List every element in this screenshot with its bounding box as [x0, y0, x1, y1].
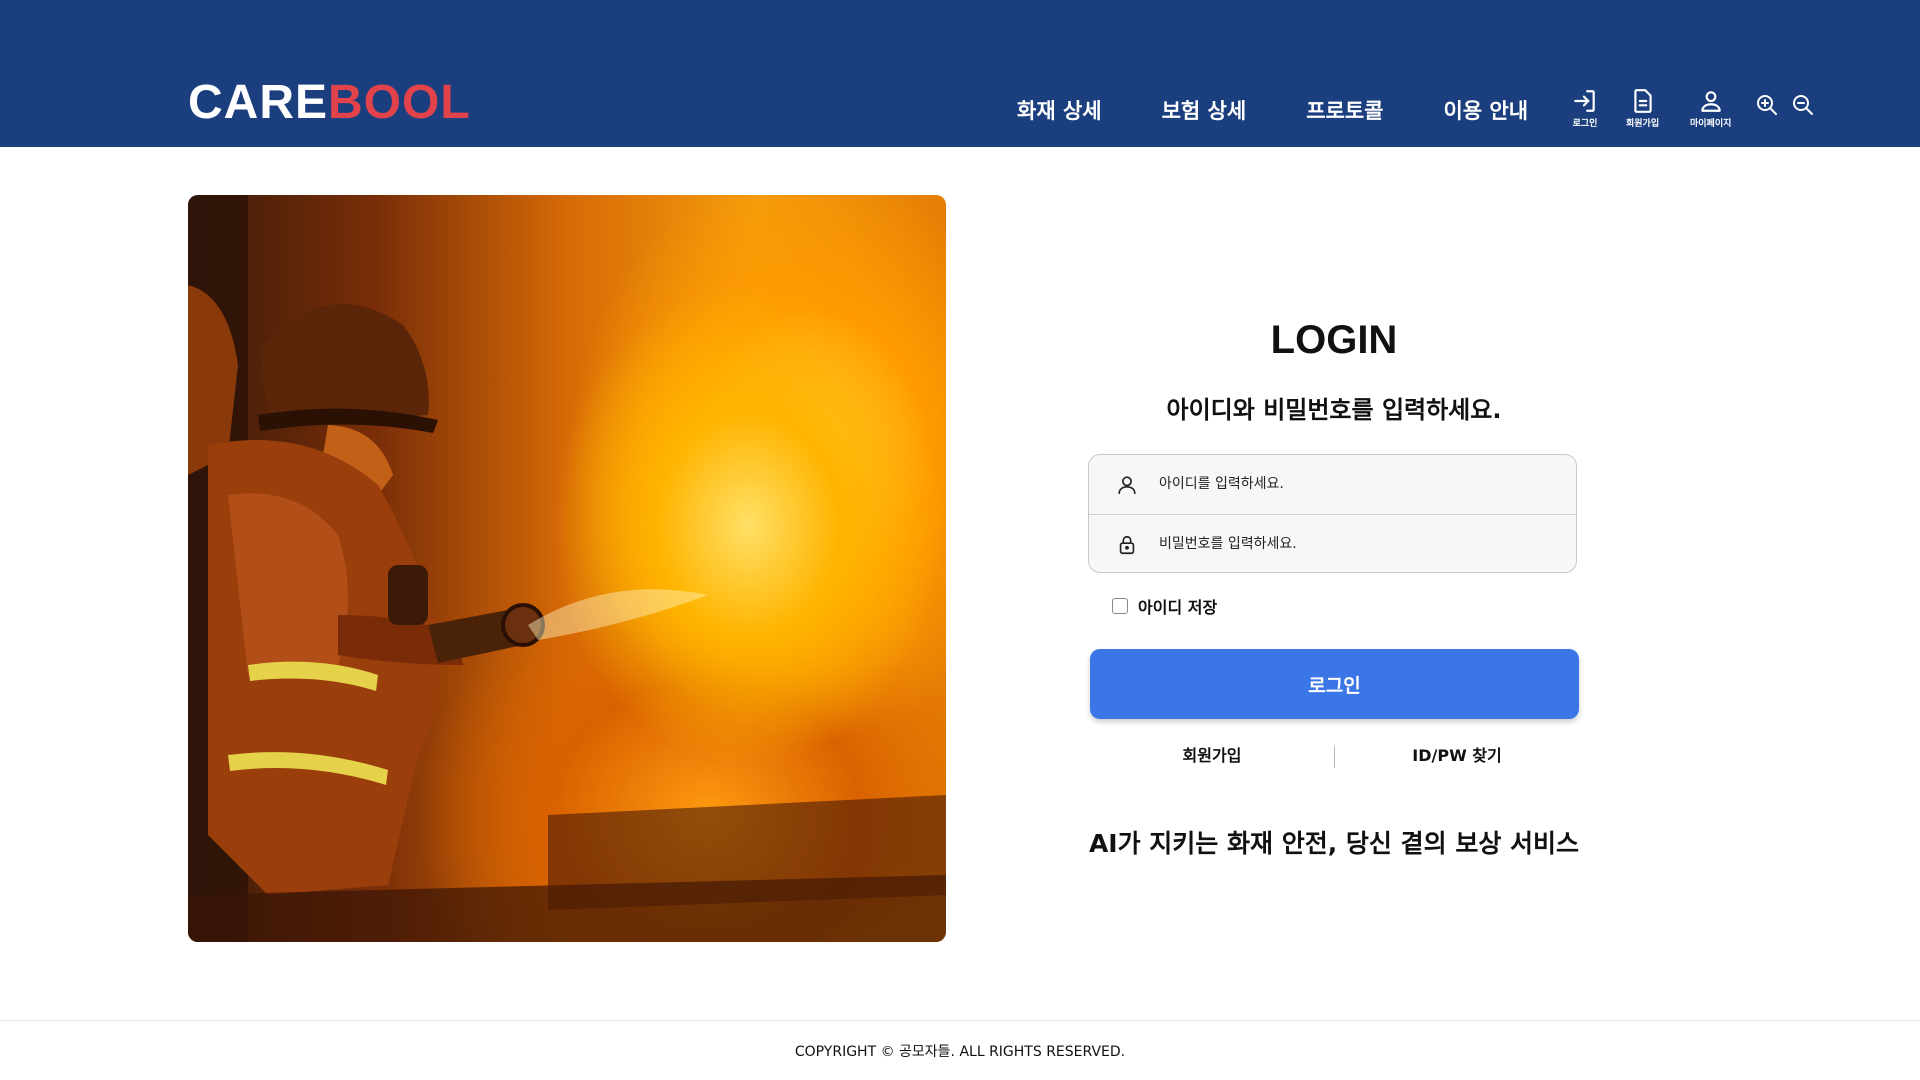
auth-links: 회원가입 ID/PW 찾기: [1090, 744, 1579, 768]
site-logo[interactable]: CAREBOOL: [188, 76, 471, 130]
header-signup-label: 회원가입: [1626, 119, 1660, 129]
password-input[interactable]: [1159, 515, 1559, 572]
nav-item-insurance-detail[interactable]: 보험 상세: [1162, 96, 1247, 126]
footer-divider: [0, 1020, 1920, 1021]
logo-accent-text: BOOL: [328, 76, 471, 129]
nav-item-guide[interactable]: 이용 안내: [1443, 96, 1528, 126]
header-mypage-button[interactable]: 마이페이지: [1690, 88, 1731, 129]
zoom-out-icon[interactable]: [1791, 93, 1815, 117]
nav-item-fire-detail[interactable]: 화재 상세: [1017, 96, 1102, 126]
login-title: LOGIN: [1270, 318, 1398, 362]
login-form: [1088, 454, 1577, 573]
login-icon: [1574, 90, 1595, 112]
user-icon: [1118, 476, 1136, 495]
header-mypage-label: 마이페이지: [1690, 119, 1732, 129]
document-icon: [1633, 89, 1652, 113]
site-header: CAREBOOL 화재 상세 보험 상세 프로토콜 이용 안내 로그인 회원가입…: [0, 0, 1920, 147]
remember-id[interactable]: 아이디 저장: [1112, 594, 1217, 618]
id-input[interactable]: [1159, 455, 1559, 513]
header-signup-button[interactable]: 회원가입: [1626, 88, 1659, 129]
remember-id-label: 아이디 저장: [1138, 598, 1218, 617]
login-submit-button[interactable]: 로그인: [1090, 649, 1579, 719]
signup-link[interactable]: 회원가입: [1090, 744, 1334, 768]
remember-id-checkbox[interactable]: [1112, 598, 1128, 614]
hero-image: [188, 195, 946, 942]
main-nav: 화재 상세 보험 상세 프로토콜 이용 안내: [1017, 96, 1588, 126]
id-field: [1089, 455, 1576, 514]
zoom-in-icon[interactable]: [1755, 93, 1779, 117]
login-subtitle: 아이디와 비밀번호를 입력하세요.: [1166, 396, 1502, 424]
nav-item-protocol[interactable]: 프로토콜: [1306, 96, 1383, 126]
header-login-button[interactable]: 로그인: [1572, 88, 1598, 129]
firefighter-illustration: [188, 195, 946, 942]
lock-icon: [1119, 535, 1135, 555]
logo-primary-text: CARE: [188, 76, 329, 129]
user-icon: [1700, 91, 1721, 112]
header-login-label: 로그인: [1572, 119, 1598, 129]
copyright-text: COPYRIGHT © 공모자들. ALL RIGHTS RESERVED.: [794, 1044, 1126, 1060]
password-field: [1089, 514, 1576, 572]
service-tagline: AI가 지키는 화재 안전, 당신 곁의 보상 서비스: [1088, 829, 1580, 858]
find-id-pw-link[interactable]: ID/PW 찾기: [1335, 744, 1579, 768]
